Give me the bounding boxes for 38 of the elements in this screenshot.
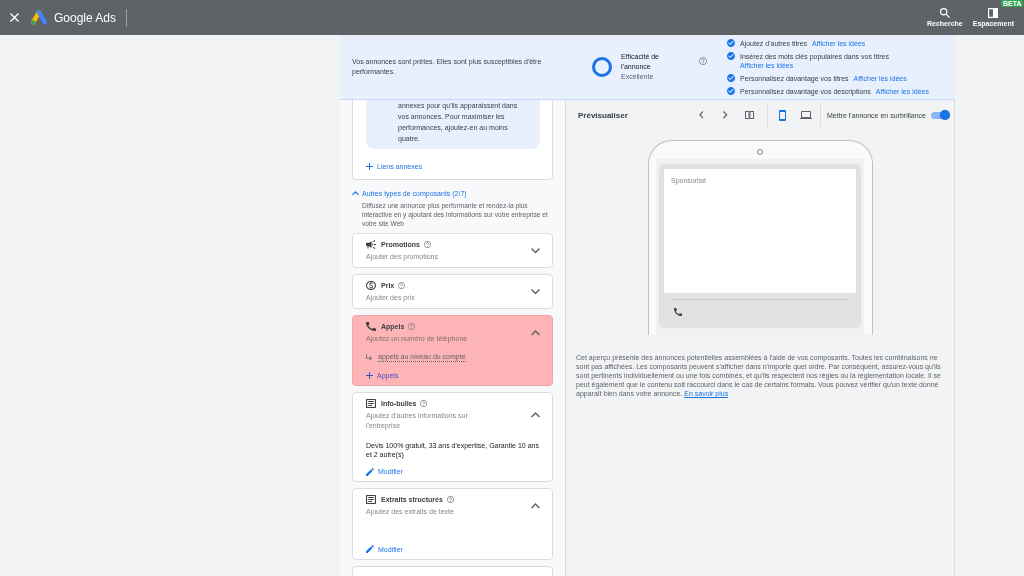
plus-icon	[366, 163, 373, 170]
corner-arrow-icon	[366, 353, 372, 361]
laptop-icon	[800, 111, 812, 119]
split-view-button[interactable]	[745, 111, 754, 119]
chevron-icon[interactable]	[531, 248, 540, 254]
phone-icon	[674, 308, 682, 316]
preview-title: Prévisualiser	[578, 110, 628, 120]
smartphone-icon	[779, 109, 786, 121]
document-icon	[366, 399, 376, 408]
help-icon[interactable]	[446, 496, 454, 503]
desktop-preview-button[interactable]	[800, 111, 812, 119]
chevron-icon[interactable]	[531, 289, 540, 295]
panel-layout-icon	[988, 7, 999, 18]
plus-icon	[366, 372, 373, 379]
document-icon	[366, 495, 376, 504]
help-icon[interactable]	[423, 241, 431, 248]
chevron-icon[interactable]	[531, 503, 540, 509]
help-icon[interactable]	[398, 282, 406, 289]
close-icon[interactable]	[10, 13, 19, 22]
pencil-icon	[366, 545, 374, 553]
phone-icon	[366, 322, 376, 331]
chevron-icon[interactable]	[531, 330, 540, 336]
chevron-icon[interactable]	[531, 412, 540, 418]
search-icon	[939, 7, 950, 18]
product-name: Google Ads	[54, 10, 117, 25]
highlight-toggle[interactable]	[930, 110, 950, 120]
mobile-preview-button[interactable]	[779, 109, 786, 121]
columns-icon	[745, 111, 754, 119]
strength-meter	[592, 57, 612, 77]
next-button[interactable]	[723, 111, 728, 119]
help-icon[interactable]	[420, 400, 428, 407]
chevron-left-icon	[699, 111, 704, 119]
pencil-icon	[366, 467, 374, 476]
previous-button[interactable]	[699, 111, 704, 119]
dollar-icon	[366, 281, 376, 290]
logo-icon	[31, 10, 47, 25]
megaphone-icon	[366, 240, 376, 249]
chevron-right-icon	[723, 111, 728, 119]
